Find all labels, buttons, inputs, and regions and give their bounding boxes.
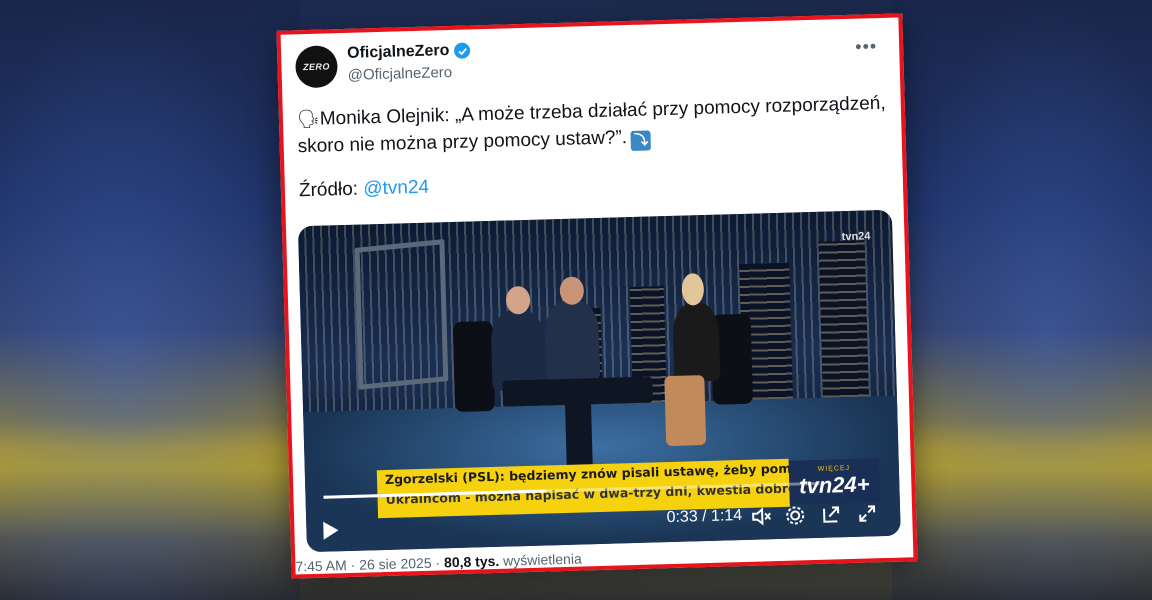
chair [452,320,496,413]
verified-icon [454,42,471,59]
video-time: 0:33 / 1:14 [666,507,743,527]
arrow-down-icon: ⤵ [630,129,652,151]
avatar-text: ZERO [302,61,331,73]
video-player[interactable]: tvn24 Zgorzelski (PSL): będziemy znów pi… [297,209,901,553]
tweet-text-block: 🗣Monika Olejnik: „A może trzeba działać … [297,90,888,160]
speaking-head-icon: 🗣 [296,108,321,130]
avatar[interactable]: ZERO [294,45,339,89]
person-body [544,299,601,382]
settings-gear-icon[interactable] [784,504,807,527]
more-options-icon[interactable]: ••• [855,36,877,58]
user-handle[interactable]: @OficjalneZero [348,64,453,84]
source-line: Źródło: @tvn24 [299,177,430,203]
tweet-footer: 7:45 AM · 26 sie 2025 · 80,8 tys. wyświe… [295,551,582,575]
author-row: OficjalneZero [347,41,471,62]
person-legs [664,375,707,447]
tweet-timestamp[interactable]: 7:45 AM · 26 sie 2025 · [295,554,440,574]
fullscreen-icon[interactable] [856,502,879,525]
channel-corner-logo: tvn24 [841,230,871,244]
picture-in-picture-icon[interactable] [820,503,843,526]
play-icon[interactable] [320,519,341,542]
views-count: 80,8 tys. [443,552,500,571]
display-name[interactable]: OficjalneZero [347,42,450,63]
volume-icon[interactable] [750,505,773,528]
studio-frame [354,239,449,390]
views-label: wyświetlenia [502,550,582,569]
building [818,240,870,412]
source-label: Źródło: [298,178,359,202]
person-body [672,302,721,382]
tweet-card: ZERO OficjalneZero @OficjalneZero ••• 🗣M… [276,13,918,579]
source-link[interactable]: @tvn24 [363,177,429,200]
tweet-text: Monika Olejnik: „A może trzeba działać p… [297,92,886,158]
